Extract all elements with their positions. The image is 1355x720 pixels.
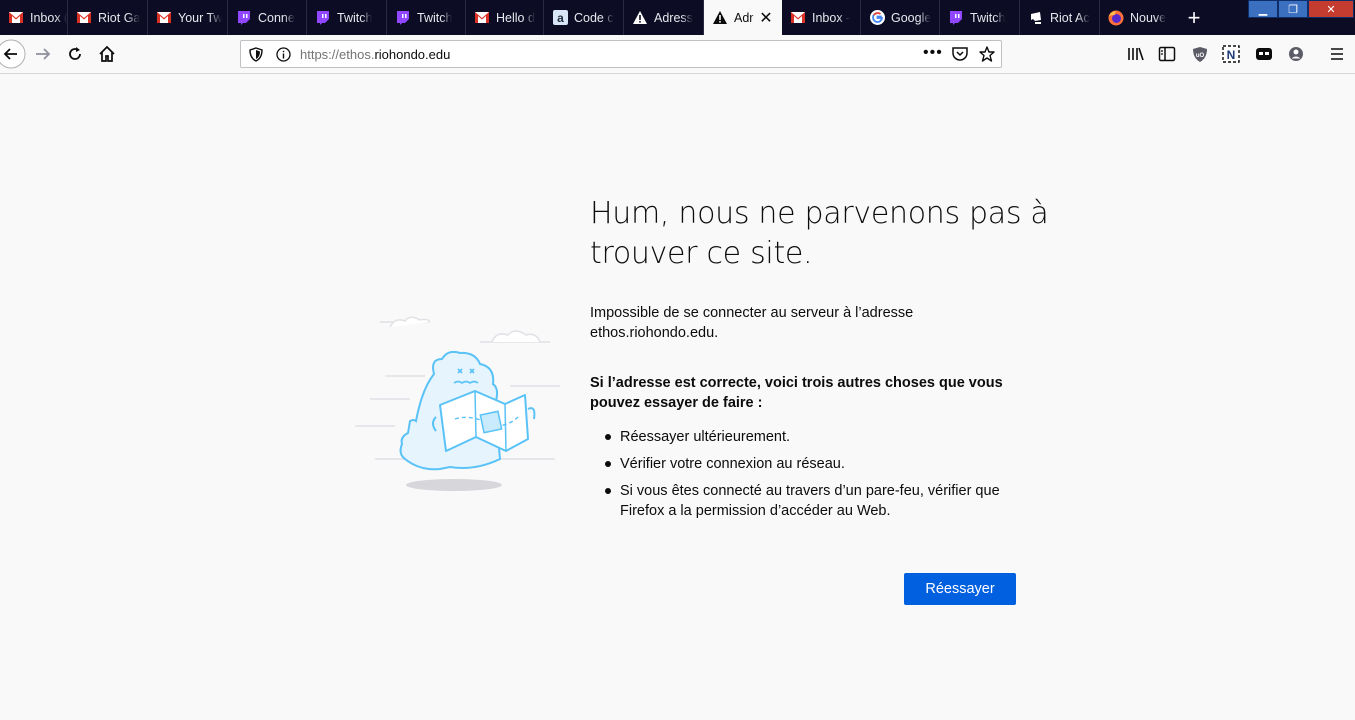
tab-strip: Inbox ( Riot Ga Your Tw Conne Twitch Twi… [0, 0, 1355, 35]
close-window-button[interactable]: ✕ [1308, 0, 1354, 18]
tab-item[interactable]: a Code c [544, 0, 624, 35]
info-icon[interactable] [276, 47, 291, 67]
tab-label: Adr [734, 10, 754, 25]
tab-item[interactable]: Conne [228, 0, 307, 35]
mask-icon [1256, 48, 1272, 60]
account-icon [1289, 47, 1303, 61]
error-title: Hum, nous ne parvenons pas à trouver ce … [590, 196, 1049, 271]
tab-label: Inbox - [812, 10, 851, 25]
new-tab-button[interactable]: + [1178, 0, 1210, 35]
gmail-icon [790, 10, 806, 26]
tab-label: Twitch [337, 10, 373, 25]
tab-label: Riot Ac [1050, 10, 1090, 25]
ublock-shield-icon: uO [1193, 46, 1207, 62]
forward-arrow-icon [36, 48, 51, 60]
tab-item[interactable]: Your Tw [148, 0, 228, 35]
ublock-button[interactable]: uO [1185, 39, 1215, 69]
library-icon [1128, 47, 1144, 61]
tab-item[interactable]: Google [861, 0, 940, 35]
extension-n-icon: N [1222, 45, 1240, 63]
gmail-icon [76, 10, 92, 26]
tab-label: Hello d [496, 10, 535, 25]
firefox-icon [1108, 10, 1124, 26]
amazon-icon: a [552, 10, 568, 26]
error-page: Hum, nous ne parvenons pas à trouver ce … [0, 74, 1355, 720]
warning-icon [632, 10, 648, 26]
bookmark-star-icon[interactable] [979, 46, 995, 67]
tab-item[interactable]: Inbox ( [0, 0, 68, 35]
extension-mask-button[interactable] [1249, 39, 1279, 69]
lost-character-illustration [355, 316, 560, 491]
tip-item: Vérifier votre connexion au réseau. [590, 454, 1020, 474]
google-icon [869, 10, 885, 26]
back-button[interactable] [0, 39, 26, 69]
reload-icon [69, 47, 81, 60]
retry-button[interactable]: Réessayer [904, 573, 1016, 605]
tab-label: Conne [258, 10, 295, 25]
tab-item[interactable]: Inbox - [782, 0, 861, 35]
pocket-icon[interactable] [952, 47, 968, 67]
gmail-icon [156, 10, 172, 26]
tab-label: Riot Ga [98, 10, 141, 25]
tab-item[interactable]: Adress [624, 0, 704, 35]
warning-icon [712, 10, 728, 26]
tab-item[interactable]: Hello d [466, 0, 544, 35]
tab-item[interactable]: Twitch [307, 0, 387, 35]
svg-text:a: a [557, 11, 564, 25]
forward-button[interactable] [28, 39, 58, 69]
library-button[interactable] [1121, 39, 1151, 69]
sidebar-icon [1158, 46, 1176, 62]
tracking-shield-icon[interactable] [249, 47, 263, 67]
tab-item[interactable]: Riot Ac [1020, 0, 1100, 35]
account-button[interactable] [1281, 39, 1311, 69]
minimize-button[interactable]: ▁ [1248, 0, 1278, 18]
tab-item[interactable]: Riot Ga [68, 0, 148, 35]
tab-label: Inbox ( [30, 10, 67, 25]
tips-heading: Si l’adresse est correcte, voici trois a… [590, 375, 1003, 411]
page-actions-icon[interactable]: ••• [923, 44, 943, 62]
url-prefix: https://ethos. [300, 47, 375, 62]
reload-button[interactable] [60, 39, 90, 69]
sidebar-button[interactable] [1152, 39, 1182, 69]
twitch-icon [395, 10, 411, 26]
extension-n-button[interactable]: N [1216, 39, 1246, 69]
error-description: Impossible de se connecter au serveur à … [590, 305, 914, 341]
gmail-icon [8, 10, 24, 26]
tab-label: Twitch [970, 10, 1006, 25]
url-text[interactable]: https://ethos.riohondo.edu [300, 47, 450, 62]
svg-text:N: N [1227, 48, 1236, 62]
tip-item: Si vous êtes connecté au travers d’un pa… [590, 481, 1020, 521]
back-arrow-icon [0, 39, 26, 69]
tips-list: Réessayer ultérieurement. Vérifier votre… [590, 427, 1020, 528]
tab-item-active[interactable]: Adr ✕ [704, 0, 782, 35]
restore-button[interactable]: ❐ [1278, 0, 1308, 18]
tab-label: Adress [654, 10, 693, 25]
riot-icon [1028, 10, 1044, 26]
url-domain: riohondo.edu [374, 47, 451, 62]
navigation-toolbar: https://ethos.riohondo.edu ••• uO N [0, 35, 1355, 74]
tab-label: Twitch [417, 10, 453, 25]
address-bar[interactable]: https://ethos.riohondo.edu ••• [240, 40, 1002, 68]
hamburger-menu-icon [1331, 48, 1343, 60]
plus-icon: + [1187, 4, 1201, 30]
home-icon [99, 45, 115, 62]
twitch-icon [948, 10, 964, 26]
svg-text:uO: uO [1196, 53, 1205, 59]
tab-label: Your Tw [178, 10, 223, 25]
tab-item[interactable]: Nouve [1100, 0, 1178, 35]
tab-label: Google [891, 10, 932, 25]
tip-item: Réessayer ultérieurement. [590, 427, 1020, 447]
close-tab-icon[interactable]: ✕ [758, 8, 774, 28]
home-button[interactable] [92, 39, 122, 69]
twitch-icon [236, 10, 252, 26]
twitch-icon [315, 10, 331, 26]
tab-item[interactable]: Twitch [940, 0, 1020, 35]
tab-item[interactable]: Twitch [387, 0, 466, 35]
gmail-icon [474, 10, 490, 26]
window-controls: ▁ ❐ ✕ [1248, 0, 1354, 18]
menu-button[interactable] [1322, 39, 1352, 69]
tab-label: Nouve [1130, 10, 1167, 25]
tab-label: Code c [574, 10, 614, 25]
